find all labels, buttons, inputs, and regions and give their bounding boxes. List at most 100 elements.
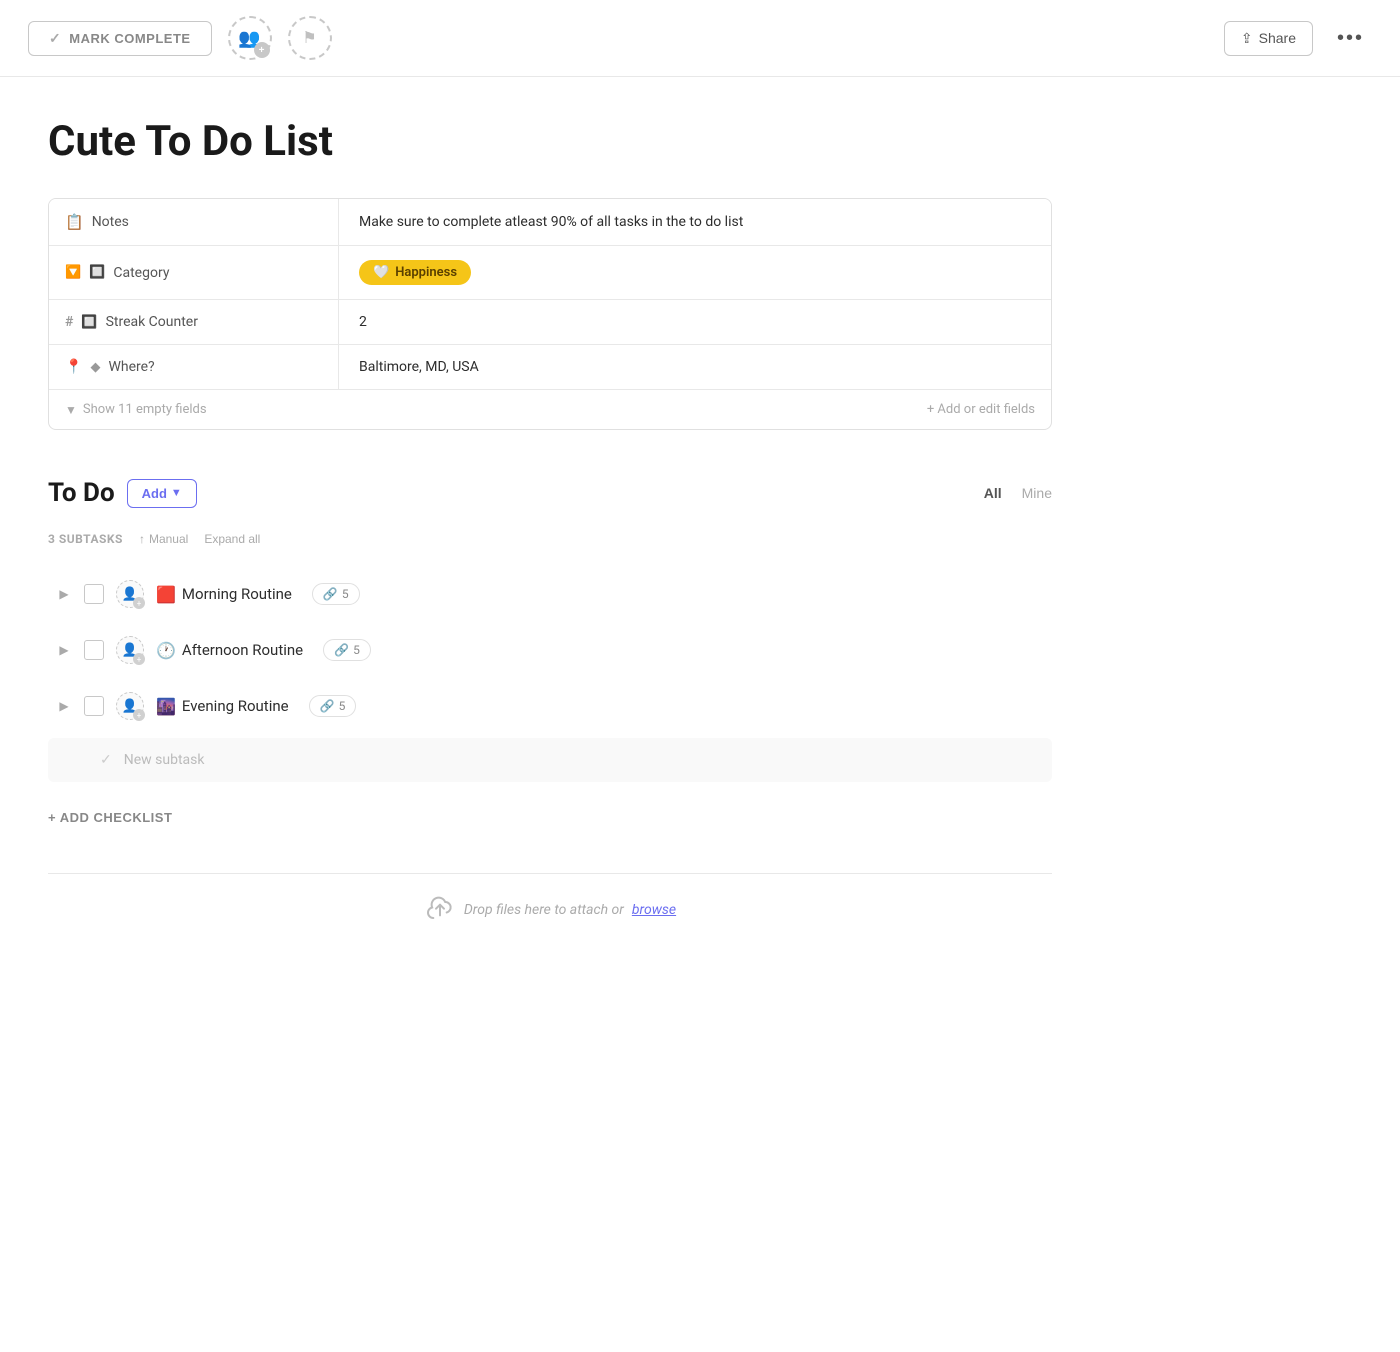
check-icon: ✓ — [49, 30, 61, 47]
subtask-item-morning[interactable]: ▶ 👤 + 🟥 Morning Routine 🔗 5 — [48, 566, 1052, 622]
mark-complete-button[interactable]: ✓ MARK COMPLETE — [28, 21, 212, 56]
subtask-badge-morning: 🔗 5 — [312, 583, 360, 605]
subtask-item-afternoon[interactable]: ▶ 👤 + 🕐 Afternoon Routine 🔗 5 — [48, 622, 1052, 678]
subtask-badge-count-afternoon: 5 — [353, 643, 360, 657]
todo-title: To Do — [48, 478, 115, 508]
sort-manual-button[interactable]: ↑ Manual — [139, 532, 188, 546]
new-subtask-placeholder: New subtask — [124, 752, 205, 768]
new-subtask-row[interactable]: ✓ New subtask — [48, 738, 1052, 782]
subtask-name-evening: 🌆 Evening Routine — [156, 697, 289, 716]
assignee-plus-morning: + — [133, 597, 145, 609]
hash-icon: # — [65, 314, 73, 330]
add-label-text: Add — [142, 486, 167, 501]
notes-field-row: 📋 Notes Make sure to complete atleast 90… — [49, 199, 1051, 246]
subtask-list: ▶ 👤 + 🟥 Morning Routine 🔗 5 ▶ — [48, 566, 1052, 734]
subtask-badge-icon-evening: 🔗 — [320, 699, 335, 713]
filter-all-button[interactable]: All — [984, 485, 1002, 501]
chevron-down-icon: ▼ — [65, 403, 77, 417]
diamond-icon: ◆ — [90, 360, 100, 375]
mark-complete-label: MARK COMPLETE — [69, 31, 190, 46]
category-field-row: 🔽 🔲 Category 🤍 Happiness — [49, 246, 1051, 300]
subtasks-header: 3 SUBTASKS ↑ Manual Expand all — [48, 532, 1052, 546]
streak-grid-icon: 🔲 — [81, 315, 97, 330]
subtask-checkbox-afternoon[interactable] — [84, 640, 104, 660]
todo-section: To Do Add ▼ All Mine 3 SUBTASKS ↑ Manual… — [48, 478, 1052, 833]
add-checklist-label: + ADD CHECKLIST — [48, 810, 172, 825]
share-icon: ⇪ — [1241, 30, 1253, 47]
expand-all-label: Expand all — [204, 532, 260, 546]
afternoon-routine-label: Afternoon Routine — [182, 641, 303, 659]
assignee-plus-evening: + — [133, 709, 145, 721]
plus-badge-icon: + — [254, 42, 270, 58]
subtask-assignee-evening[interactable]: 👤 + — [116, 692, 144, 720]
evening-emoji: 🌆 — [156, 697, 176, 716]
expand-all-button[interactable]: Expand all — [204, 532, 260, 546]
location-icon: 📍 — [65, 359, 82, 375]
subtask-checkbox-morning[interactable] — [84, 584, 104, 604]
where-value-text: Baltimore, MD, USA — [359, 359, 479, 375]
dropzone-text: Drop files here to attach or — [464, 902, 624, 918]
where-label-text: Where? — [108, 359, 154, 375]
subtask-item-evening[interactable]: ▶ 👤 + 🌆 Evening Routine 🔗 5 — [48, 678, 1052, 734]
share-button[interactable]: ⇪ Share — [1224, 21, 1313, 56]
subtask-checkbox-evening[interactable] — [84, 696, 104, 716]
category-tag: 🤍 Happiness — [359, 260, 471, 285]
show-empty-fields-button[interactable]: ▼ Show 11 empty fields — [65, 402, 207, 417]
streak-value-text: 2 — [359, 314, 367, 330]
evening-routine-label: Evening Routine — [182, 697, 289, 715]
share-label: Share — [1259, 30, 1296, 46]
where-field-label: 📍 ◆ Where? — [49, 345, 339, 389]
add-button[interactable]: Add ▼ — [127, 479, 197, 508]
notes-field-label: 📋 Notes — [49, 199, 339, 245]
subtask-badge-icon-afternoon: 🔗 — [334, 643, 349, 657]
flag-button[interactable]: ⚑ — [288, 16, 332, 60]
assign-user-button[interactable]: 👥 + — [228, 16, 272, 60]
sort-label: Manual — [149, 532, 188, 546]
new-subtask-check-icon: ✓ — [100, 752, 112, 768]
category-tag-emoji: 🤍 — [373, 265, 389, 280]
upload-icon — [424, 894, 456, 926]
notes-field-value[interactable]: Make sure to complete atleast 90% of all… — [339, 199, 1051, 245]
subtask-badge-count-evening: 5 — [339, 699, 346, 713]
subtask-chevron-afternoon[interactable]: ▶ — [56, 642, 72, 658]
subtask-badge-icon-morning: 🔗 — [323, 587, 338, 601]
subtask-badge-evening: 🔗 5 — [309, 695, 357, 717]
notes-icon: 📋 — [65, 213, 84, 231]
main-content: Cute To Do List 📋 Notes Make sure to com… — [0, 77, 1100, 986]
grid-icon: 🔲 — [89, 265, 105, 280]
show-empty-row: ▼ Show 11 empty fields + Add or edit fie… — [49, 390, 1051, 429]
browse-link[interactable]: browse — [632, 902, 676, 918]
category-tag-text: Happiness — [395, 265, 457, 280]
add-checklist-button[interactable]: + ADD CHECKLIST — [48, 802, 172, 833]
dropdown-icon: 🔽 — [65, 265, 81, 280]
subtasks-count-label: 3 SUBTASKS — [48, 532, 123, 546]
filter-mine-button[interactable]: Mine — [1022, 485, 1052, 501]
subtask-chevron-morning[interactable]: ▶ — [56, 586, 72, 602]
add-edit-fields-text: + Add or edit fields — [927, 402, 1035, 417]
subtask-badge-afternoon: 🔗 5 — [323, 639, 371, 661]
morning-routine-label: Morning Routine — [182, 585, 292, 603]
category-field-value[interactable]: 🤍 Happiness — [339, 246, 1051, 299]
subtask-badge-count-morning: 5 — [342, 587, 349, 601]
subtask-assignee-morning[interactable]: 👤 + — [116, 580, 144, 608]
subtask-name-morning: 🟥 Morning Routine — [156, 585, 292, 604]
where-field-value[interactable]: Baltimore, MD, USA — [339, 345, 1051, 389]
todo-filters: All Mine — [984, 485, 1052, 501]
notes-label-text: Notes — [92, 214, 129, 230]
morning-emoji: 🟥 — [156, 585, 176, 604]
add-chevron-icon: ▼ — [171, 487, 182, 499]
todo-header: To Do Add ▼ All Mine — [48, 478, 1052, 508]
add-edit-fields-button[interactable]: + Add or edit fields — [927, 402, 1035, 417]
assignee-plus-afternoon: + — [133, 653, 145, 665]
subtask-chevron-evening[interactable]: ▶ — [56, 698, 72, 714]
where-field-row: 📍 ◆ Where? Baltimore, MD, USA — [49, 345, 1051, 390]
subtask-assignee-afternoon[interactable]: 👤 + — [116, 636, 144, 664]
streak-field-value[interactable]: 2 — [339, 300, 1051, 344]
toolbar: ✓ MARK COMPLETE 👥 + ⚑ ⇪ Share ••• — [0, 0, 1400, 77]
more-options-button[interactable]: ••• — [1329, 23, 1372, 54]
sort-icon: ↑ — [139, 532, 145, 546]
fields-table: 📋 Notes Make sure to complete atleast 90… — [48, 198, 1052, 430]
streak-field-row: # 🔲 Streak Counter 2 — [49, 300, 1051, 345]
category-field-label: 🔽 🔲 Category — [49, 246, 339, 299]
subtask-name-afternoon: 🕐 Afternoon Routine — [156, 641, 303, 660]
